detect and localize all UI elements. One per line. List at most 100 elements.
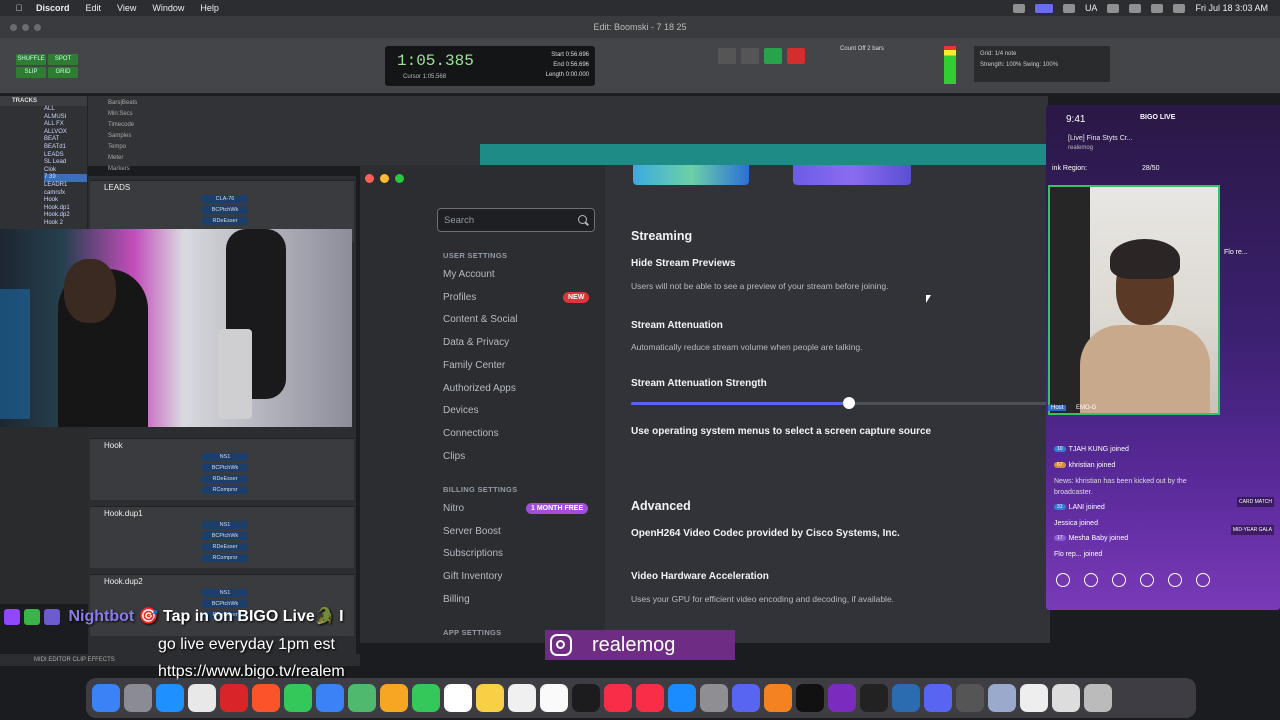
insert-slot[interactable]: RComprsr <box>202 554 248 562</box>
apple-menu-icon[interactable]:  <box>12 3 26 13</box>
close-button[interactable] <box>10 24 17 31</box>
insert-slot[interactable]: NS1 <box>202 589 248 597</box>
track-list-item[interactable]: 7 39 <box>44 174 87 182</box>
settings-item-server-boost[interactable]: Server Boost <box>443 525 501 539</box>
dock-icon-discord[interactable] <box>732 684 760 712</box>
chat-icon[interactable] <box>1056 573 1070 587</box>
pk-icon[interactable] <box>1196 573 1210 587</box>
minimize-button[interactable] <box>22 24 29 31</box>
dock-icon-photos[interactable] <box>380 684 408 712</box>
outfit-icon[interactable] <box>1112 573 1126 587</box>
dock-icon-maps[interactable] <box>348 684 376 712</box>
mode-shuffle[interactable]: SHUFFLE <box>16 54 46 65</box>
track-list-item[interactable]: Hook.dp1 <box>44 205 87 213</box>
menubar-clock[interactable]: Fri Jul 18 3:03 AM <box>1195 3 1268 13</box>
settings-item-family-center[interactable]: Family Center <box>443 359 505 373</box>
mode-grid[interactable]: GRID <box>48 67 78 78</box>
stop-button[interactable] <box>741 48 759 64</box>
insert-slot[interactable]: BCPtchWk <box>202 532 248 540</box>
attenuation-slider-track[interactable] <box>631 402 1050 405</box>
mix-strip[interactable]: Hook.dup1 NS1 BCPtchWk RDeEsser RComprsr <box>90 506 354 568</box>
dock-icon-messages[interactable] <box>284 684 312 712</box>
dock-icon-brave[interactable] <box>252 684 280 712</box>
dock-icon-settings[interactable] <box>700 684 728 712</box>
discord-status-icon[interactable] <box>1034 3 1053 13</box>
track-list-item[interactable]: LEADS <box>44 152 87 160</box>
mix-strip[interactable]: Hook NS1 BCPtchWk RDeEsser RComprsr <box>90 438 354 500</box>
insert-slot[interactable]: RDeEsser <box>202 543 248 551</box>
bluetooth-icon[interactable] <box>1107 3 1120 13</box>
dock-icon-finder[interactable] <box>92 684 120 712</box>
dock-icon-calculator[interactable] <box>956 684 984 712</box>
dock-icon-lightroom[interactable] <box>892 684 920 712</box>
track-list-item[interactable]: Hook <box>44 197 87 205</box>
zoom-button[interactable] <box>34 24 41 31</box>
wifi-icon[interactable] <box>1129 3 1142 13</box>
track-list-item[interactable]: BEATd1 <box>44 144 87 152</box>
count-off[interactable]: Count Off 2 bars <box>840 46 884 52</box>
settings-item-billing[interactable]: Billing <box>443 593 470 607</box>
settings-item-connections[interactable]: Connections <box>443 427 499 441</box>
dock-icon-launchpad[interactable] <box>124 684 152 712</box>
dock-icon-news[interactable] <box>636 684 664 712</box>
settings-item-clips[interactable]: Clips <box>443 450 465 464</box>
dock-icon-reminders[interactable] <box>508 684 536 712</box>
insert-slot[interactable]: RDeEsser <box>202 217 248 225</box>
mode-slip[interactable]: SLIP <box>16 67 46 78</box>
track-list-item[interactable]: ALL <box>44 106 87 114</box>
search-input[interactable] <box>444 213 570 227</box>
track-list-item[interactable]: Hook 2 <box>44 220 87 228</box>
menu-help[interactable]: Help <box>200 3 219 13</box>
status-icon[interactable] <box>1062 3 1075 13</box>
dock-icon-logic[interactable] <box>828 684 856 712</box>
dock-icon-facetime[interactable] <box>412 684 440 712</box>
settings-item-nitro[interactable]: Nitro <box>443 502 464 516</box>
language-indicator[interactable]: UA <box>1085 3 1098 13</box>
emoji-icon[interactable] <box>1084 573 1098 587</box>
close-button[interactable] <box>365 174 374 183</box>
track-list-item[interactable]: Clok <box>44 167 87 175</box>
dock-icon-opera[interactable] <box>220 684 248 712</box>
control-center-icon[interactable] <box>1173 3 1186 13</box>
dock-icon-music[interactable] <box>604 684 632 712</box>
dock-icon-app-store[interactable] <box>668 684 696 712</box>
dock-icon-notes2[interactable] <box>1020 684 1048 712</box>
play-button[interactable] <box>764 48 782 64</box>
insert-slot[interactable]: RComprsr <box>202 486 248 494</box>
track-list-item[interactable]: BEAT <box>44 136 87 144</box>
settings-item-my-account[interactable]: My Account <box>443 268 495 282</box>
rewind-button[interactable] <box>718 48 736 64</box>
zoom-button[interactable] <box>395 174 404 183</box>
dock-icon-chrome[interactable] <box>188 684 216 712</box>
minimize-button[interactable] <box>380 174 389 183</box>
dock-icon-audio[interactable] <box>1052 684 1080 712</box>
gala-badge[interactable]: MID-YEAR GALA <box>1230 525 1274 535</box>
attenuation-slider-thumb[interactable] <box>842 397 855 409</box>
settings-item-content-social[interactable]: Content & Social <box>443 313 518 327</box>
menu-icon[interactable] <box>1140 573 1154 587</box>
dock-icon-tv[interactable] <box>572 684 600 712</box>
insert-slot[interactable]: RDeEsser <box>202 475 248 483</box>
track-list-item[interactable]: LEADR1 <box>44 182 87 190</box>
dock-icon-live[interactable] <box>796 684 824 712</box>
menu-view[interactable]: View <box>117 3 136 13</box>
menu-app-name[interactable]: Discord <box>36 3 70 13</box>
insert-slot[interactable]: NS1 <box>202 521 248 529</box>
settings-item-profiles[interactable]: Profiles <box>443 291 476 305</box>
dock-icon-discord[interactable] <box>924 684 952 712</box>
dock-icon-freeform[interactable] <box>540 684 568 712</box>
track-list-item[interactable]: camrsfx <box>44 190 87 198</box>
track-list-item[interactable]: Hook.dp2 <box>44 212 87 220</box>
dock-icon-calendar-18[interactable] <box>444 684 472 712</box>
mix-strip[interactable]: Hook.dup2 NS1 BCPtchWk RDeEsser <box>90 574 354 636</box>
main-counter[interactable]: 1:05.385 Cursor 1:05.568 Start 0:56.696 … <box>385 46 595 86</box>
track-list-item[interactable]: ALL FX <box>44 121 87 129</box>
settings-item-data-privacy[interactable]: Data & Privacy <box>443 336 509 350</box>
dock-icon-safari[interactable] <box>156 684 184 712</box>
search-icon[interactable] <box>1151 3 1164 13</box>
gift-icon[interactable] <box>1168 573 1182 587</box>
track-list-item[interactable]: ALLVOX <box>44 129 87 137</box>
insert-slot[interactable]: BCPtchWk <box>202 206 248 214</box>
dock-icon-notes[interactable] <box>476 684 504 712</box>
menu-edit[interactable]: Edit <box>86 3 102 13</box>
